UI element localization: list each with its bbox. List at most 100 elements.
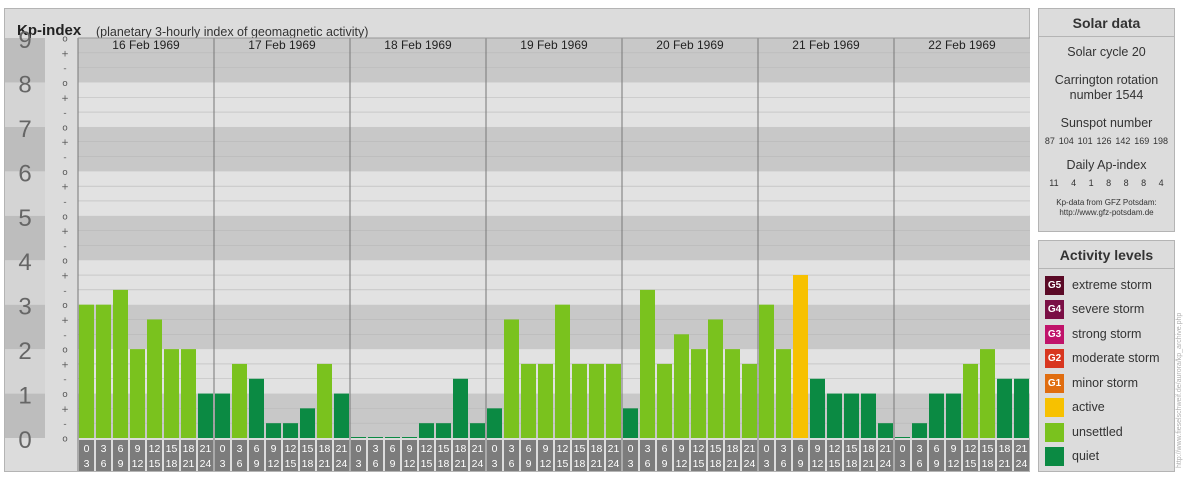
hour-start-label: 0	[356, 443, 362, 455]
hour-end-label: 15	[421, 458, 433, 470]
hour-end-label: 18	[166, 458, 178, 470]
y-axis-minor-label: -	[63, 197, 66, 207]
hour-end-label: 9	[526, 458, 532, 470]
legend-item-extreme-storm: G5 extreme storm	[1045, 275, 1152, 295]
legend-label: strong storm	[1072, 327, 1142, 341]
kp-bar	[997, 378, 1012, 438]
kp-bar	[725, 349, 740, 438]
hour-end-label: 18	[302, 458, 314, 470]
hour-end-label: 18	[846, 458, 858, 470]
day-label: 16 Feb 1969	[112, 38, 180, 52]
legend-item-minor-storm: G1 minor storm	[1045, 373, 1138, 393]
hour-end-label: 3	[84, 458, 90, 470]
hour-end-label: 18	[710, 458, 722, 470]
sunspot-value: 101	[1077, 136, 1093, 146]
y-axis-minor-label: +	[61, 316, 69, 326]
hour-start-label: 3	[373, 443, 379, 455]
ap-value: 1	[1088, 178, 1094, 188]
legend-label: quiet	[1072, 449, 1100, 463]
kp-bar	[181, 349, 196, 438]
hour-end-label: 15	[149, 458, 161, 470]
legend-label: active	[1072, 400, 1105, 414]
kp-bar	[96, 304, 111, 438]
kp-bar	[742, 363, 757, 438]
hour-start-label: 3	[101, 443, 107, 455]
ap-value: 11	[1049, 178, 1059, 188]
sunspot-value: 104	[1058, 136, 1074, 146]
kp-bar	[113, 289, 128, 438]
kp-bar	[844, 393, 859, 438]
hour-start-label: 9	[951, 443, 957, 455]
kp-bar	[164, 349, 179, 438]
hour-start-label: 15	[302, 443, 314, 455]
kp-bar	[929, 393, 944, 438]
y-axis-minor-label: +	[61, 138, 69, 148]
kp-bar	[300, 408, 315, 438]
kp-bar	[317, 363, 332, 438]
legend-item-severe-storm: G4 severe storm	[1045, 299, 1144, 319]
hour-start-label: 18	[863, 443, 875, 455]
hour-end-label: 18	[574, 458, 586, 470]
y-axis-major-label: 4	[18, 249, 31, 276]
hour-start-label: 18	[727, 443, 739, 455]
y-axis-minor-label: o	[62, 79, 68, 89]
legend-swatch: G4	[1045, 299, 1064, 319]
hour-start-label: 3	[237, 443, 243, 455]
hour-start-label: 0	[220, 443, 226, 455]
hour-start-label: 6	[662, 443, 668, 455]
kp-bar	[368, 437, 383, 438]
hour-end-label: 24	[1016, 458, 1028, 470]
hour-start-label: 6	[254, 443, 260, 455]
kp-bar	[572, 363, 587, 438]
kp-bar	[946, 393, 961, 438]
hour-start-label: 12	[557, 443, 569, 455]
hour-end-label: 9	[390, 458, 396, 470]
kp-band	[78, 349, 1030, 394]
data-source-line1: Kp-data from GFZ Potsdam:	[1056, 198, 1157, 207]
kp-band	[78, 82, 1030, 127]
y-axis-minor-label: -	[63, 242, 66, 252]
hour-end-label: 3	[764, 458, 770, 470]
hour-end-label: 6	[509, 458, 515, 470]
hour-start-label: 21	[336, 443, 348, 455]
y-axis-minor-label: o	[62, 257, 68, 267]
carrington-rotation-line1: Carrington rotation	[1054, 73, 1159, 87]
hour-start-label: 12	[149, 443, 161, 455]
kp-bar	[79, 304, 94, 438]
hour-start-label: 6	[798, 443, 804, 455]
y-axis-minor-label: +	[61, 227, 69, 237]
hour-end-label: 24	[744, 458, 756, 470]
hour-start-label: 6	[118, 443, 124, 455]
hour-start-label: 9	[543, 443, 549, 455]
solar-data-title: Solar data	[1039, 9, 1174, 37]
kp-band	[78, 171, 1030, 216]
hour-start-label: 0	[764, 443, 770, 455]
hour-end-label: 21	[591, 458, 603, 470]
hour-start-label: 3	[917, 443, 923, 455]
sunspot-title: Sunspot number	[1060, 116, 1153, 130]
kp-bar	[793, 275, 808, 438]
hour-start-label: 0	[84, 443, 90, 455]
ap-value: 4	[1158, 178, 1164, 188]
legend-label: extreme storm	[1072, 278, 1152, 292]
sunspot-value: 142	[1115, 136, 1131, 146]
hour-start-label: 15	[166, 443, 178, 455]
hour-start-label: 15	[574, 443, 586, 455]
hour-end-label: 12	[540, 458, 552, 470]
kp-index-panel: Kp-index (planetary 3-hourly index of ge…	[4, 8, 1030, 472]
hour-start-label: 12	[829, 443, 841, 455]
hour-start-label: 21	[608, 443, 620, 455]
hour-start-label: 3	[645, 443, 651, 455]
hour-end-label: 15	[965, 458, 977, 470]
data-source-link[interactable]: http://www.gfz-potsdam.de	[1039, 208, 1174, 218]
day-label: 22 Feb 1969	[928, 38, 996, 52]
legend-item-quiet: quiet	[1045, 446, 1099, 466]
sunspot-value: 198	[1153, 136, 1169, 146]
kp-bar	[266, 423, 281, 438]
kp-bar	[623, 408, 638, 438]
y-axis-major-label: 8	[18, 71, 31, 98]
day-label: 17 Feb 1969	[248, 38, 316, 52]
hour-end-label: 18	[438, 458, 450, 470]
ap-index-title: Daily Ap-index	[1066, 158, 1147, 172]
hour-start-label: 0	[900, 443, 906, 455]
